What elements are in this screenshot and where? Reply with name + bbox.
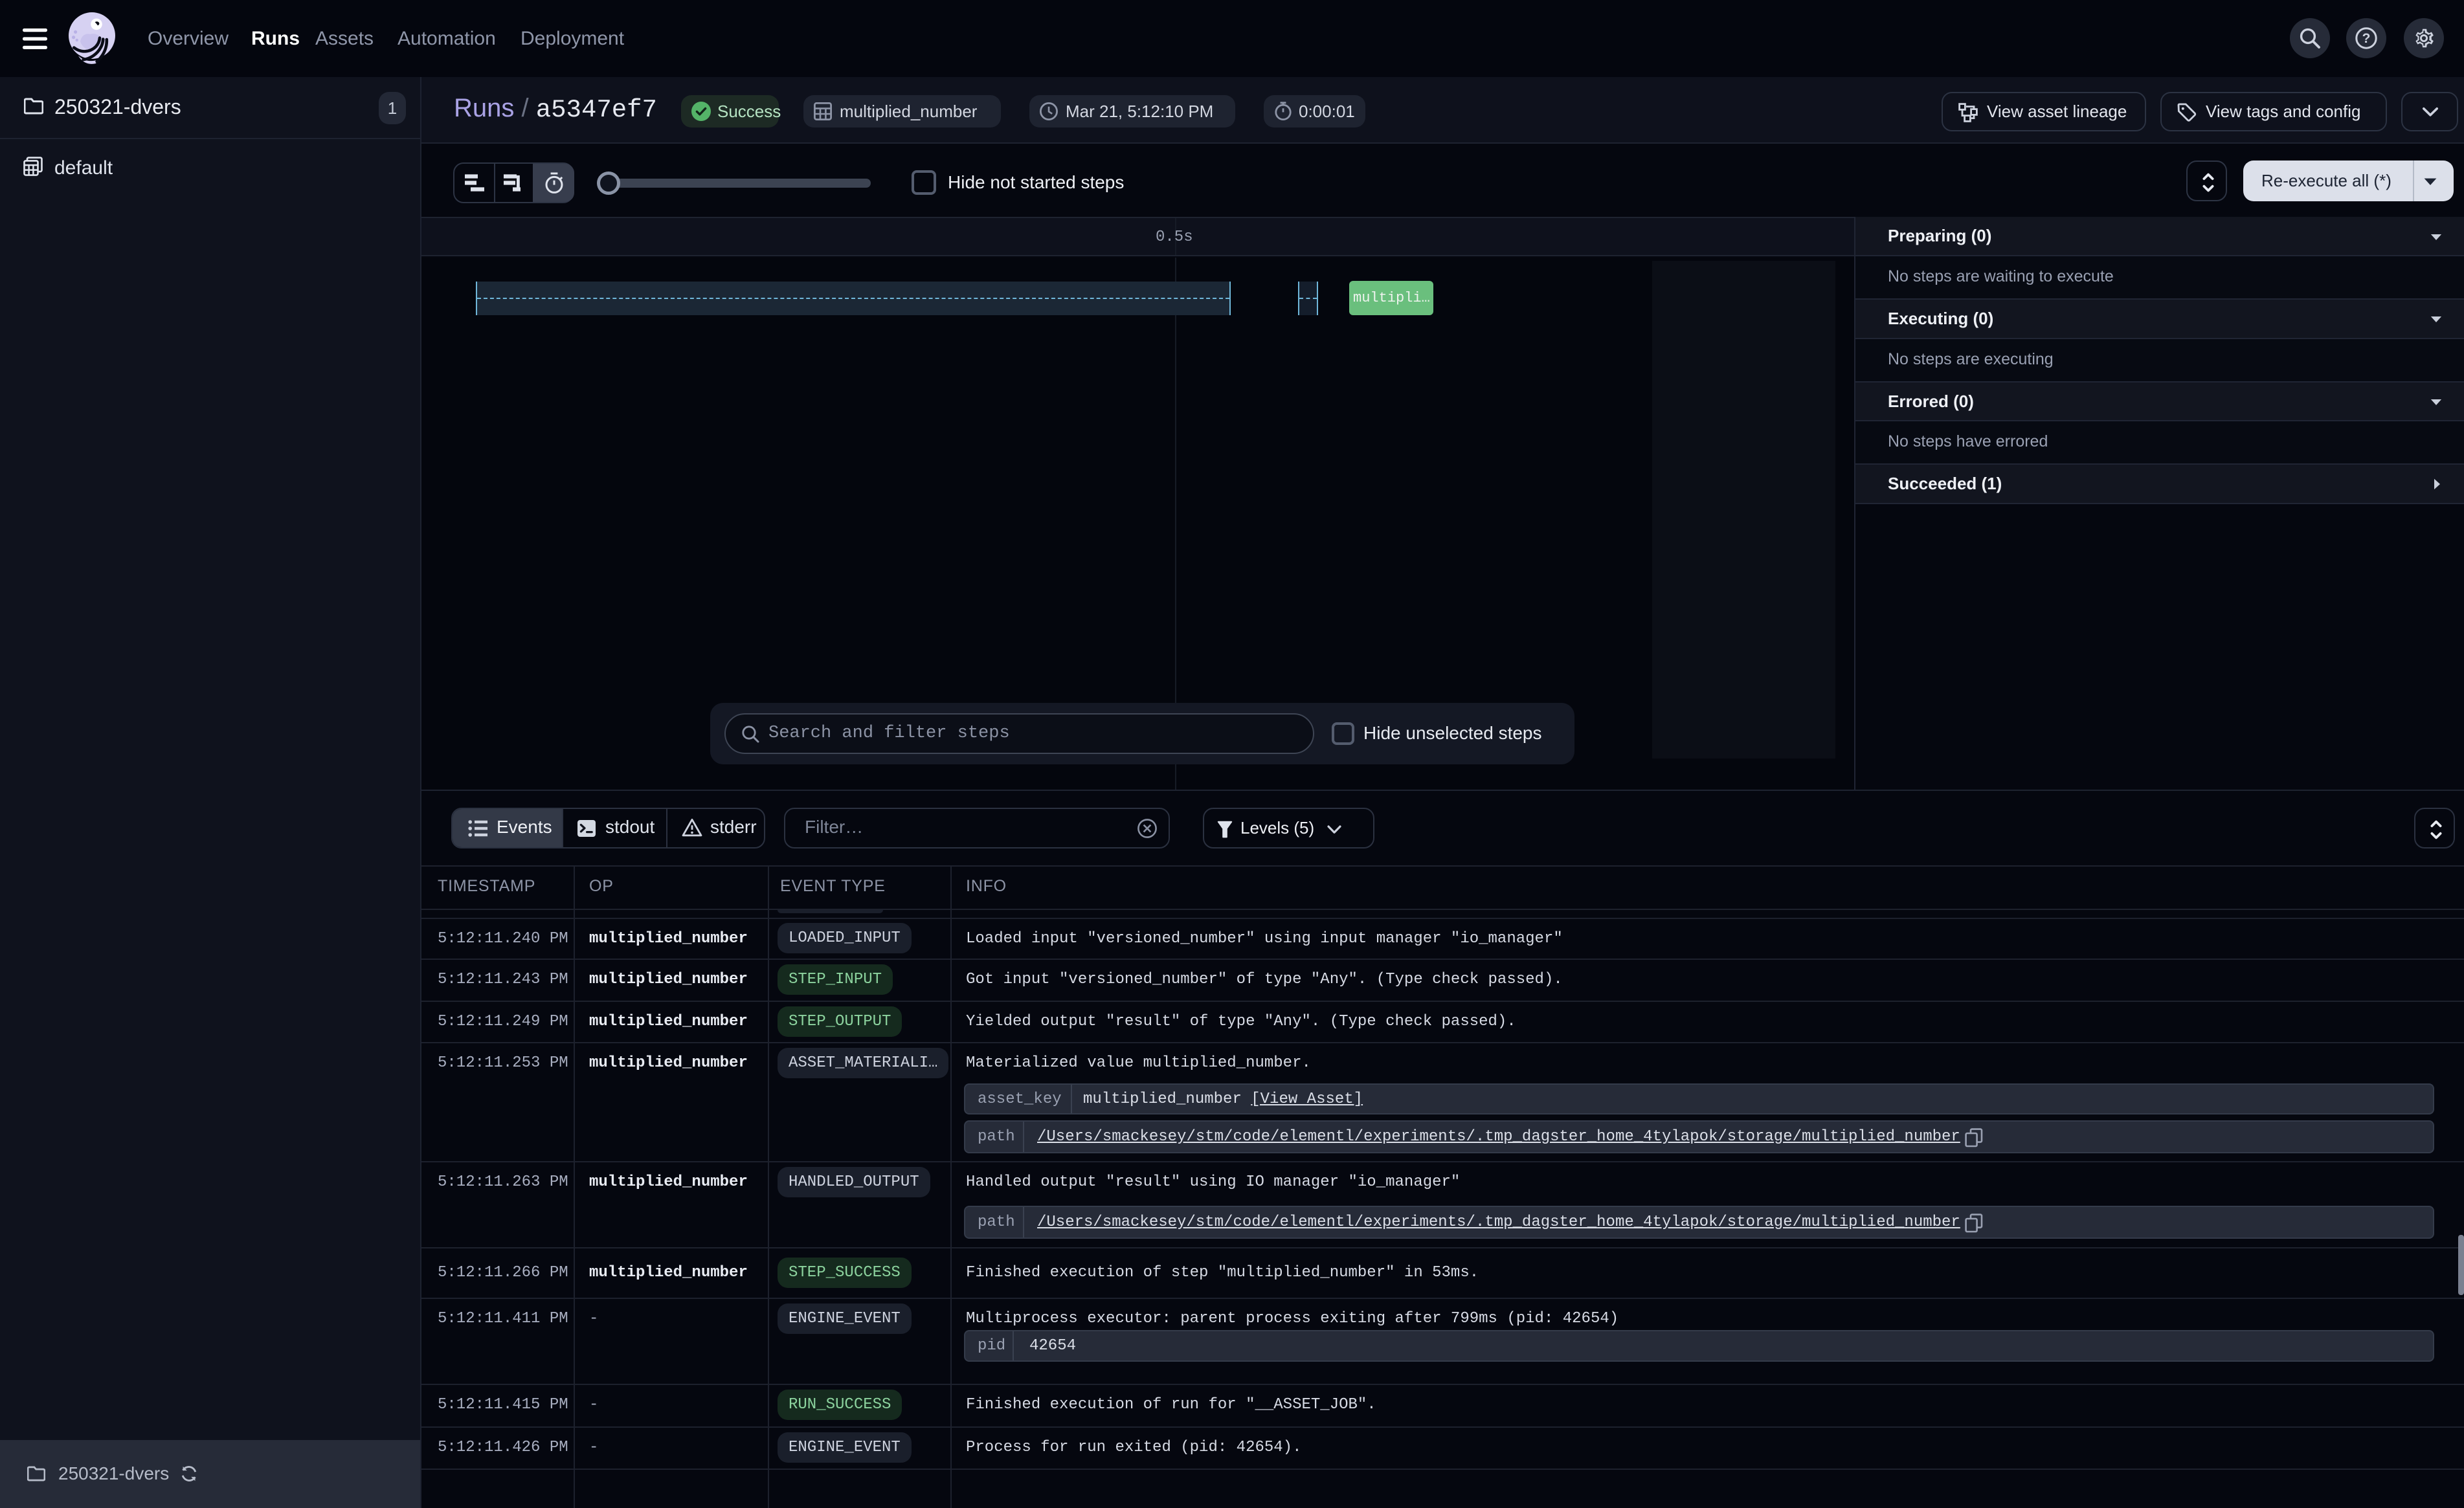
- svg-text:?: ?: [2362, 31, 2371, 46]
